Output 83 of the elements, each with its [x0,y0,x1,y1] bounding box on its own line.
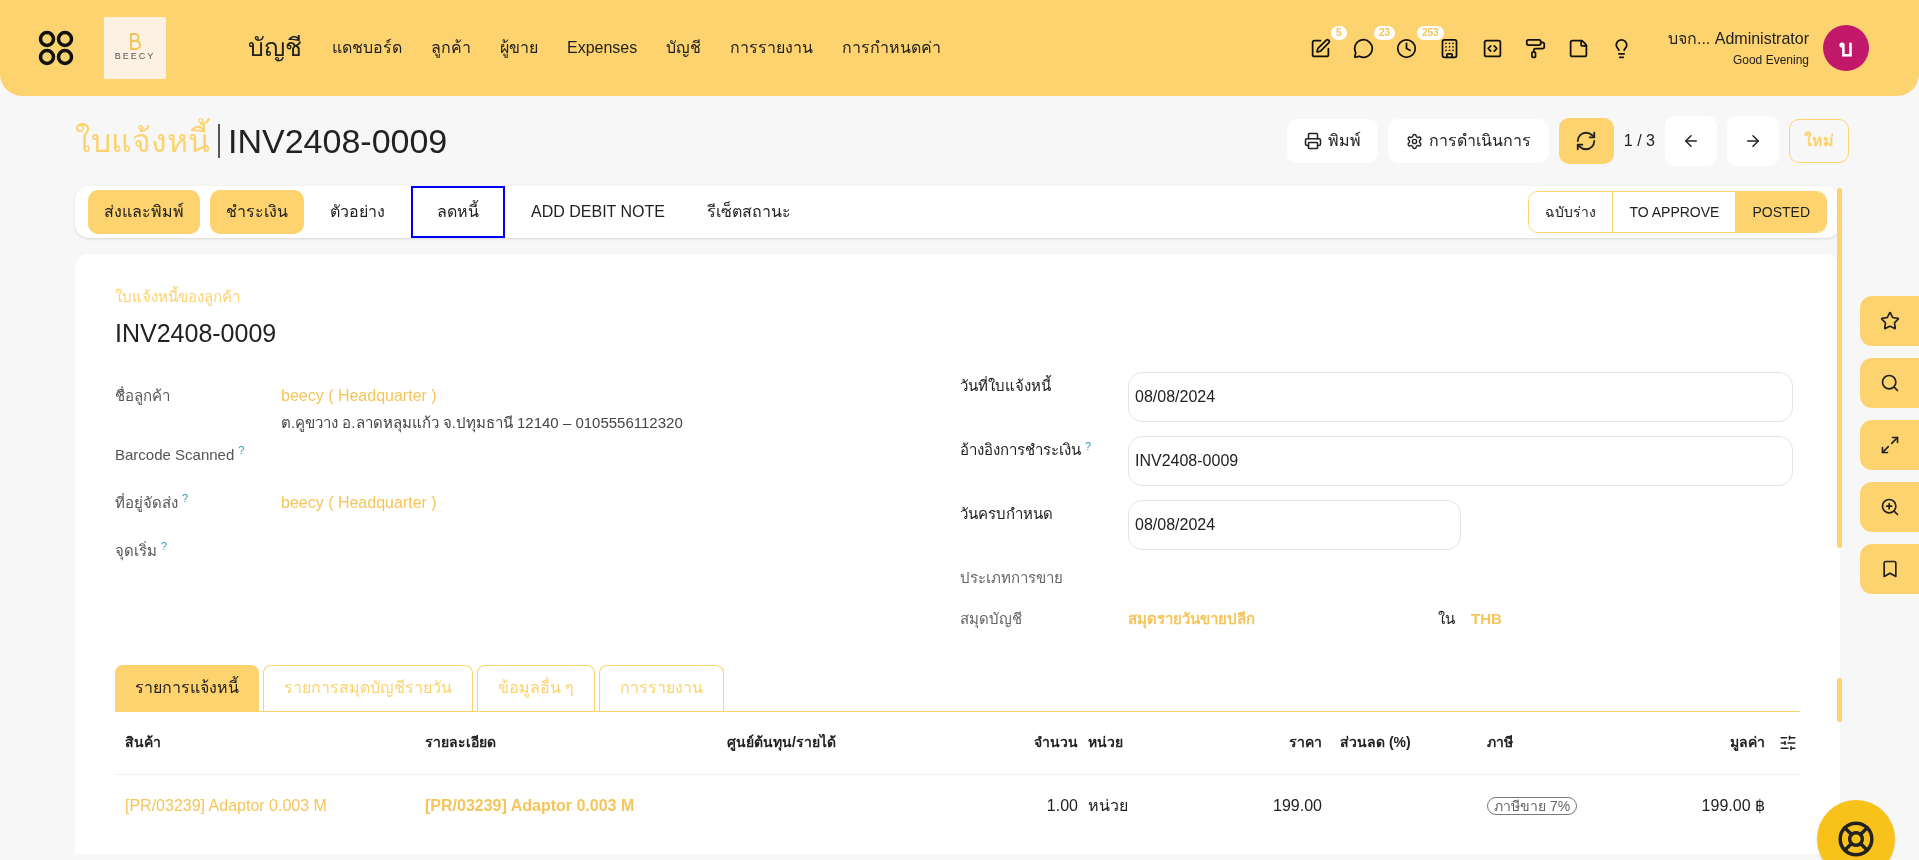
action-button[interactable]: ADD DEBIT NOTE [515,190,681,234]
field-label: วันที่ใบแจ้งหนี้ [960,377,1051,394]
action-button[interactable]: ลดหนี้ [411,186,505,238]
side-button[interactable] [1860,482,1919,532]
clock-icon[interactable] [1395,37,1417,59]
column-header[interactable]: รายละเอียด [425,732,727,753]
invoice-number: INV2408-0009 [115,317,278,349]
field-label: ประเภทการขาย [960,569,1063,586]
printer-icon [1303,132,1322,150]
column-header[interactable]: ภาษี [1452,732,1622,753]
field-label: จุดเริ่ม [115,541,157,559]
star-icon [1879,311,1900,331]
zoom-in-icon [1879,497,1900,517]
print-button[interactable]: พิมพ์ [1286,119,1378,163]
column-header[interactable]: จำนวน [1000,732,1078,753]
paint-roller-icon[interactable] [1524,37,1546,59]
greeting-text: Good Evening [1732,52,1809,69]
nav-link[interactable]: บัญชี [666,36,702,60]
help-button[interactable] [1817,800,1895,860]
field-label: สมุดบัญชี [960,609,1023,631]
note-icon[interactable] [1567,37,1589,59]
lifebuoy-icon [1837,820,1875,858]
user-name[interactable]: บจก... Administrator [1667,27,1809,51]
column-header[interactable]: สินค้า [125,732,425,753]
nav-link[interactable]: ผู้ขาย [500,36,538,60]
nav-link[interactable]: การรายงาน [730,36,814,60]
column-header[interactable]: หน่วย [1078,732,1200,753]
price-cell-text: 199.00 [1272,796,1322,816]
refresh-icon [1575,130,1598,152]
search-icon [1879,373,1900,393]
notebook-tab[interactable]: รายการแจ้งหนี้ [115,664,259,711]
count-badge: 253 [1416,25,1444,40]
apps-grid-icon[interactable] [38,30,74,66]
expand-icon [1879,435,1900,455]
quantity-cell-text: 1.00 [1045,796,1078,816]
record-title: INV2408-0009 [228,120,448,162]
field-label: ชื่อลูกค้า [115,387,170,404]
actions-button[interactable]: การดำเนินการ [1387,119,1549,163]
logo-mark-icon [128,32,142,51]
app-title: บัญชี [248,32,302,64]
side-button[interactable] [1860,296,1919,346]
scrollbar-thumb [1837,678,1842,722]
action-button[interactable]: ตัวอย่าง [314,190,401,234]
logo-text: BEECY [114,50,156,64]
nav-link[interactable]: การกำหนดค่า [842,36,942,60]
pen-square-icon[interactable] [1309,37,1331,59]
side-button[interactable] [1860,544,1919,594]
nav-link[interactable]: ลูกค้า [431,36,471,60]
chat-bubble-icon[interactable] [1352,37,1374,59]
text-field[interactable]: 08/08/2024 [1128,372,1793,422]
count-badge: 5 [1330,25,1347,40]
settings-icon [1405,132,1423,150]
currency-label: ใน [1438,609,1455,629]
arrow-right-icon [1744,132,1762,150]
code-icon[interactable] [1481,37,1503,59]
field-label: วันครบกำหนด [960,505,1053,522]
nav-link[interactable]: แดชบอร์ด [332,36,402,60]
text-field[interactable]: 08/08/2024 [1128,500,1461,550]
field-label: อ้างอิงการชำระเงิน [960,441,1081,458]
unit-cell-text: หน่วย [1087,796,1129,816]
description-cell-text: [PR/03239] Adaptor 0.003 M [425,796,636,816]
amount-cell-text: 199.00 ฿ [1700,796,1765,816]
action-button[interactable]: ชำระเงิน [210,190,304,234]
form-subtitle: ใบแจ้งหนี้ของลูกค้า [115,286,241,308]
side-button[interactable] [1860,358,1919,408]
action-button[interactable]: รีเซ็ตสถานะ [690,190,807,234]
pager-text: 1 / 3 [1623,131,1655,151]
column-settings-icon[interactable] [1779,733,1797,752]
action-button[interactable]: ส่งและพิมพ์ [88,190,200,234]
column-header[interactable]: ส่วนลด (%) [1322,732,1452,753]
refresh-button[interactable] [1558,118,1614,164]
field-label: Barcode Scanned [115,445,235,463]
address-text: ต.คูขวาง อ.ลาดหลุมแก้ว จ.ปทุมธานี 12140 – 0105556112320 [281,413,683,435]
nav-link[interactable]: Expenses [567,36,638,60]
status-step[interactable]: POSTED [1735,192,1826,232]
company-logo[interactable]: BEECY [104,17,166,79]
column-header[interactable]: มูลค่า [1622,732,1765,753]
user-avatar[interactable]: บ [1823,25,1869,71]
column-header[interactable]: ราคา [1200,732,1322,753]
field-label: ที่อยู่จัดส่ง [115,493,178,511]
text-field[interactable]: INV2408-0009 [1128,436,1793,486]
count-badge: 23 [1373,25,1396,40]
column-header[interactable]: ศูนย์ต้นทุน/รายได้ [727,732,1000,753]
